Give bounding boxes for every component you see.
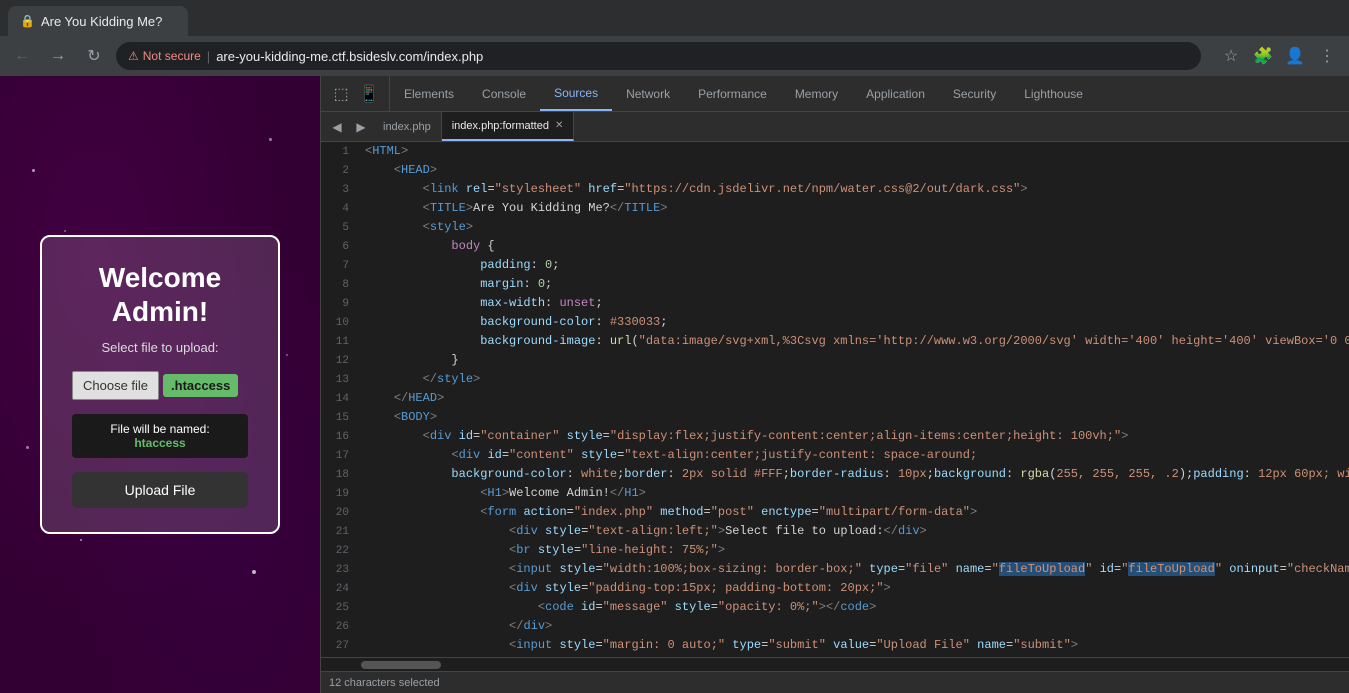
browser-tab[interactable]: 🔒 Are You Kidding Me? — [8, 6, 188, 36]
star-decoration — [32, 169, 35, 172]
selection-status: 12 characters selected — [329, 677, 440, 689]
url-separator: | — [207, 49, 210, 64]
star-decoration — [252, 570, 256, 574]
file-tab-label-formatted: index.php:formatted — [452, 120, 549, 132]
code-line-7: 7 padding: 0; — [321, 256, 1349, 275]
file-tabs: ◀ ▶ index.php index.php:formatted ✕ ⇥ — [321, 112, 1349, 142]
code-line-18: 18 background-color: white;border: 2px s… — [321, 465, 1349, 484]
tab-network[interactable]: Network — [612, 76, 684, 111]
code-line-27: 27 <input style="margin: 0 auto;" type="… — [321, 636, 1349, 655]
code-line-5: 5 <style> — [321, 218, 1349, 237]
code-line-17: 17 <div id="content" style="text-align:c… — [321, 446, 1349, 465]
code-line-26: 26 </div> — [321, 617, 1349, 636]
select-file-label: Select file to upload: — [72, 340, 248, 355]
code-line-12: 12 } — [321, 351, 1349, 370]
devtools-panel: ⬚ 📱 Elements Console Sources Network Per… — [320, 76, 1349, 693]
code-lines: 1 <HTML> 2 <HEAD> 3 <link rel="styleshee… — [321, 142, 1349, 657]
code-line-16: 16 <div id="container" style="display:fl… — [321, 427, 1349, 446]
code-line-24: 24 <div style="padding-top:15px; padding… — [321, 579, 1349, 598]
device-toolbar-button[interactable]: 📱 — [357, 82, 381, 106]
not-secure-indicator: ⚠ Not secure — [128, 49, 201, 63]
devtools-settings-button[interactable]: ⚙ — [1343, 82, 1349, 106]
browser-chrome: 🔒 Are You Kidding Me? ← → ↻ ⚠ Not secure… — [0, 0, 1349, 76]
code-line-4: 4 <TITLE>Are You Kidding Me?</TITLE> — [321, 199, 1349, 218]
tab-favicon: 🔒 — [20, 14, 35, 28]
extension-button[interactable]: 🧩 — [1249, 42, 1277, 70]
menu-button[interactable]: ⋮ — [1313, 42, 1341, 70]
code-line-28: 28 </form> — [321, 655, 1349, 657]
welcome-title: Welcome Admin! — [72, 261, 248, 328]
file-tab-index-php[interactable]: index.php — [373, 112, 442, 141]
code-line-1: 1 <HTML> — [321, 142, 1349, 161]
code-line-10: 10 background-color: #330033; — [321, 313, 1349, 332]
devtools-icon-group: ⬚ 📱 — [321, 76, 390, 111]
file-tab-label: index.php — [383, 121, 431, 133]
file-name-badge: .htaccess — [163, 374, 238, 397]
inspect-element-button[interactable]: ⬚ — [329, 82, 353, 106]
tab-console[interactable]: Console — [468, 76, 540, 111]
devtools-tabs: Elements Console Sources Network Perform… — [390, 76, 1335, 111]
tab-title: Are You Kidding Me? — [41, 14, 162, 29]
file-tab-index-php-formatted[interactable]: index.php:formatted ✕ — [442, 112, 575, 141]
code-line-15: 15 <BODY> — [321, 408, 1349, 427]
choose-file-button[interactable]: Choose file — [72, 371, 159, 400]
tab-security[interactable]: Security — [939, 76, 1010, 111]
star-decoration — [269, 138, 272, 141]
code-line-8: 8 margin: 0; — [321, 275, 1349, 294]
code-line-14: 14 </HEAD> — [321, 389, 1349, 408]
main-layout: Welcome Admin! Select file to upload: Ch… — [0, 76, 1349, 693]
back-button[interactable]: ← — [8, 42, 36, 70]
upload-file-button[interactable]: Upload File — [72, 472, 248, 508]
reload-button[interactable]: ↻ — [80, 42, 108, 70]
horizontal-scrollbar[interactable] — [361, 661, 441, 669]
code-line-20: 20 <form action="index.php" method="post… — [321, 503, 1349, 522]
address-field[interactable]: ⚠ Not secure | are-you-kidding-me.ctf.bs… — [116, 42, 1201, 70]
website-panel: Welcome Admin! Select file to upload: Ch… — [0, 76, 320, 693]
welcome-box: Welcome Admin! Select file to upload: Ch… — [40, 235, 280, 534]
code-line-19: 19 <H1>Welcome Admin!</H1> — [321, 484, 1349, 503]
bookmark-button[interactable]: ☆ — [1217, 42, 1245, 70]
profile-button[interactable]: 👤 — [1281, 42, 1309, 70]
horizontal-scrollbar-container — [321, 657, 1349, 671]
file-named-value: htaccess — [134, 436, 185, 450]
code-line-22: 22 <br style="line-height: 75%;"> — [321, 541, 1349, 560]
code-line-23: 23 <input style="width:100%;box-sizing: … — [321, 560, 1349, 579]
code-scroll-area[interactable]: 1 <HTML> 2 <HEAD> 3 <link rel="styleshee… — [321, 142, 1349, 657]
address-bar: ← → ↻ ⚠ Not secure | are-you-kidding-me.… — [0, 36, 1349, 76]
code-line-13: 13 </style> — [321, 370, 1349, 389]
warning-icon: ⚠ — [128, 49, 139, 63]
code-line-3: 3 <link rel="stylesheet" href="https://c… — [321, 180, 1349, 199]
forward-button[interactable]: → — [44, 42, 72, 70]
browser-actions: ☆ 🧩 👤 ⋮ — [1217, 42, 1341, 70]
tab-bar: 🔒 Are You Kidding Me? — [0, 0, 1349, 36]
devtools-status-bar: 12 characters selected Coverage: n/a — [321, 671, 1349, 693]
tab-lighthouse[interactable]: Lighthouse — [1010, 76, 1097, 111]
file-input-row: Choose file .htaccess — [72, 371, 248, 400]
file-named-message: File will be named: htaccess — [72, 414, 248, 458]
url-display: are-you-kidding-me.ctf.bsideslv.com/inde… — [216, 49, 483, 64]
tab-application[interactable]: Application — [852, 76, 939, 111]
code-line-11: 11 background-image: url("data:image/svg… — [321, 332, 1349, 351]
code-area: 1 <HTML> 2 <HEAD> 3 <link rel="styleshee… — [321, 142, 1349, 657]
devtools-right-actions: ⚙ ⋮ ✕ — [1335, 82, 1349, 106]
devtools-topbar: ⬚ 📱 Elements Console Sources Network Per… — [321, 76, 1349, 112]
file-named-label: File will be named: — [110, 422, 209, 436]
tab-elements[interactable]: Elements — [390, 76, 468, 111]
code-line-25: 25 <code id="message" style="opacity: 0%… — [321, 598, 1349, 617]
code-line-6: 6 body { — [321, 237, 1349, 256]
tab-sources[interactable]: Sources — [540, 76, 612, 111]
not-secure-label: Not secure — [143, 49, 201, 63]
website-content: Welcome Admin! Select file to upload: Ch… — [20, 215, 300, 554]
sources-forward-button[interactable]: ▶ — [349, 115, 373, 139]
tab-performance[interactable]: Performance — [684, 76, 781, 111]
code-line-21: 21 <div style="text-align:left;">Select … — [321, 522, 1349, 541]
file-tab-close-button[interactable]: ✕ — [555, 120, 563, 131]
tab-memory[interactable]: Memory — [781, 76, 852, 111]
code-line-9: 9 max-width: unset; — [321, 294, 1349, 313]
code-line-2: 2 <HEAD> — [321, 161, 1349, 180]
sources-back-button[interactable]: ◀ — [325, 115, 349, 139]
